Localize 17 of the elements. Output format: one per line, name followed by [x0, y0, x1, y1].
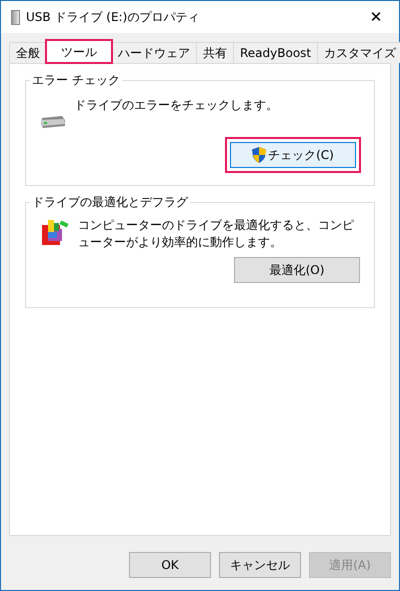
description: ドライブのエラーをチェックします。	[74, 97, 279, 114]
group-title: エラー チェック	[30, 72, 122, 89]
description: コンピューターのドライブを最適化すると、コンピューターがより効率的に動作します。	[78, 217, 355, 251]
window-title: USB ドライブ (E:)のプロパティ	[26, 8, 200, 26]
defrag-icon	[40, 217, 70, 247]
tab[interactable]: 全般	[9, 42, 47, 63]
dialog-button[interactable]: キャンセル	[219, 552, 301, 578]
group-title: ドライブの最適化とデフラグ	[30, 194, 190, 211]
shield-icon	[252, 147, 266, 163]
tab[interactable]: カスタマイズ	[317, 42, 400, 63]
check-button[interactable]: チェック(C)	[230, 142, 356, 168]
tab[interactable]: ツール	[46, 40, 112, 63]
drive-icon	[11, 10, 20, 24]
close-button[interactable]: ✕	[353, 1, 399, 33]
dialog-button[interactable]: OK	[129, 552, 211, 578]
drive-icon	[40, 115, 66, 129]
optimize-button[interactable]: 最適化(O)	[234, 257, 360, 283]
